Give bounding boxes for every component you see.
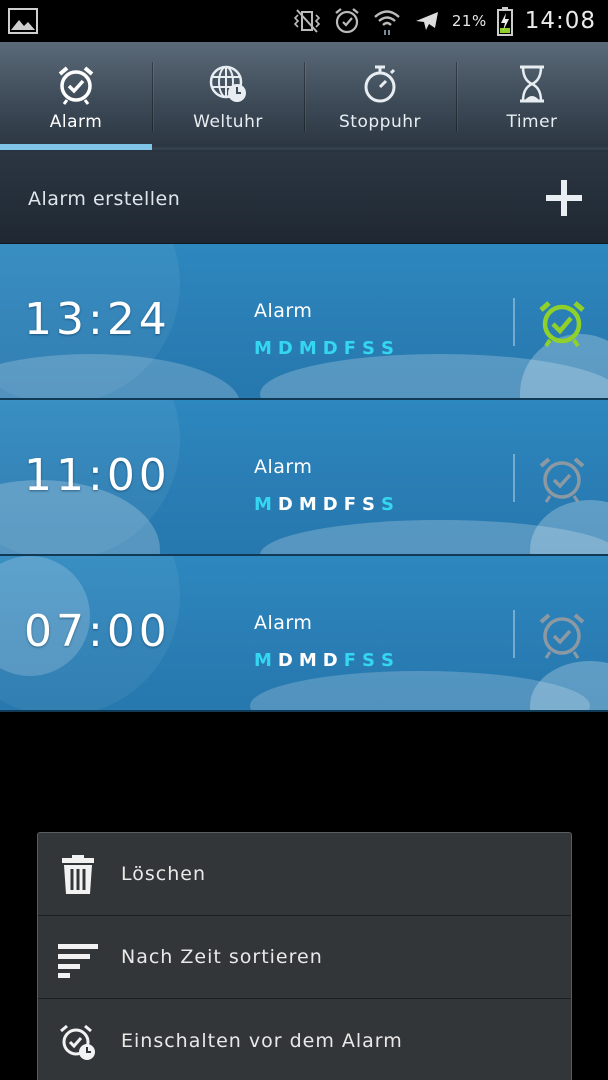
- sort-icon: [58, 944, 98, 978]
- menu-label: Löschen: [121, 863, 206, 885]
- divider: [513, 454, 515, 502]
- day-label: M: [298, 494, 317, 515]
- day-label: M: [298, 650, 317, 671]
- day-label: S: [362, 338, 376, 359]
- day-label: S: [381, 494, 394, 515]
- alarm-name: Alarm: [254, 456, 313, 478]
- day-label: S: [362, 650, 376, 671]
- day-label: F: [343, 650, 357, 671]
- day-label: S: [381, 650, 394, 671]
- menu-label: Einschalten vor dem Alarm: [121, 1029, 403, 1052]
- tab-timer[interactable]: Timer: [456, 42, 608, 152]
- wifi-icon: [374, 10, 400, 35]
- status-bar: 21% 14:08: [0, 0, 608, 42]
- day-label: M: [254, 494, 272, 515]
- menu-item-sort-by-time[interactable]: Nach Zeit sortieren: [38, 916, 571, 999]
- tab-label: Alarm: [49, 112, 103, 132]
- day-label: D: [277, 338, 293, 359]
- tab-indicator: [0, 144, 152, 150]
- day-label: M: [298, 338, 317, 359]
- day-label: F: [343, 494, 357, 515]
- vibrate-icon: [293, 9, 320, 33]
- plus-icon[interactable]: [546, 180, 582, 216]
- day-label: F: [343, 338, 357, 359]
- stopwatch-icon: [364, 65, 396, 103]
- alarm-time: 11:00: [24, 450, 171, 501]
- day-label: D: [322, 650, 338, 671]
- tab-indicator-track: [152, 147, 608, 150]
- tab-label: Timer: [506, 112, 558, 132]
- alarm-time: 13:24: [24, 294, 171, 345]
- alarm-icon: [335, 8, 359, 34]
- divider: [513, 298, 515, 346]
- options-menu: Löschen Nach Zeit sortieren Einschalten …: [37, 832, 572, 1080]
- status-time: 14:08: [524, 8, 596, 34]
- alarm-off-toggle-icon[interactable]: [536, 452, 588, 504]
- divider: [513, 610, 515, 658]
- alarm-days: M D M D F S S: [254, 338, 394, 359]
- alarm-row[interactable]: 07:00 Alarm M D M D F S S: [0, 556, 608, 712]
- create-alarm-label: Alarm erstellen: [28, 188, 181, 210]
- day-label: D: [277, 650, 293, 671]
- menu-item-enable-before-alarm[interactable]: Einschalten vor dem Alarm: [38, 999, 571, 1080]
- alarm-off-toggle-icon[interactable]: [536, 608, 588, 660]
- day-label: S: [381, 338, 394, 359]
- trash-icon: [62, 855, 94, 894]
- alarm-row[interactable]: 11:00 Alarm M D M D F S S: [0, 400, 608, 556]
- menu-label: Nach Zeit sortieren: [121, 946, 323, 968]
- alarm-name: Alarm: [254, 300, 313, 322]
- battery-charging-icon: [496, 7, 513, 36]
- day-label: D: [277, 494, 293, 515]
- hourglass-icon: [520, 65, 544, 103]
- alarm-name: Alarm: [254, 612, 313, 634]
- world-clock-icon: [209, 65, 246, 102]
- day-label: S: [362, 494, 376, 515]
- alarm-clock-icon: [58, 66, 94, 105]
- battery-percent: 21%: [451, 12, 487, 30]
- tab-stoppuhr[interactable]: Stoppuhr: [304, 42, 456, 152]
- day-label: M: [254, 338, 272, 359]
- alarm-row[interactable]: 13:24 Alarm M D M D F S S: [0, 244, 608, 400]
- menu-item-delete[interactable]: Löschen: [38, 833, 571, 916]
- day-label: D: [322, 338, 338, 359]
- alarm-list: 13:24 Alarm M D M D F S S 11:00 Alarm M …: [0, 244, 608, 712]
- alarm-clock-icon: [60, 1024, 95, 1060]
- alarm-days: M D M D F S S: [254, 650, 394, 671]
- day-label: M: [254, 650, 272, 671]
- tab-label: Stoppuhr: [339, 112, 421, 132]
- tab-alarm[interactable]: Alarm: [0, 42, 152, 152]
- tab-bar: Alarm Weltuhr Stoppuhr Timer: [0, 42, 608, 152]
- alarm-time: 07:00: [24, 606, 171, 657]
- airplane-icon: [415, 12, 438, 30]
- tab-label: Weltuhr: [193, 112, 263, 132]
- create-alarm-row[interactable]: Alarm erstellen: [0, 152, 608, 244]
- day-label: D: [322, 494, 338, 515]
- tab-weltuhr[interactable]: Weltuhr: [152, 42, 304, 152]
- alarm-on-toggle-icon[interactable]: [536, 296, 588, 348]
- alarm-days: M D M D F S S: [254, 494, 394, 515]
- gallery-icon: [8, 8, 38, 34]
